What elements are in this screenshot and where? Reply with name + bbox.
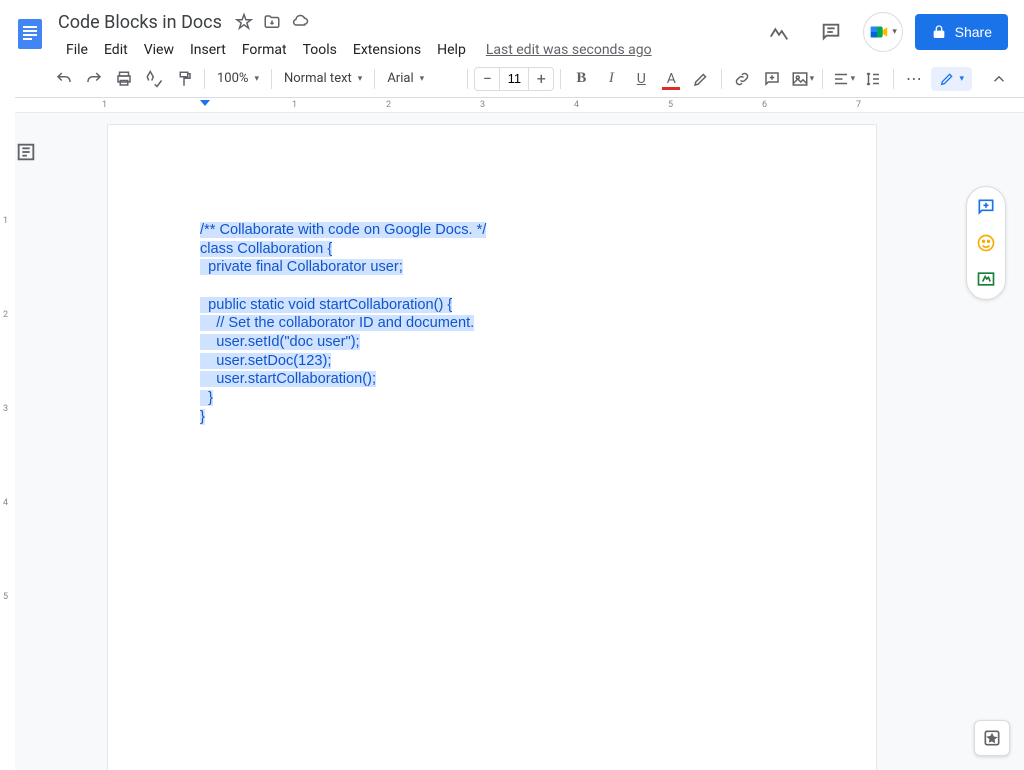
toolbar: 100%▾ Normal text▾ Arial▾ − + B I U A ▾ … xyxy=(0,60,1024,98)
menu-help[interactable]: Help xyxy=(429,38,474,62)
text-color-button[interactable]: A xyxy=(657,65,685,93)
document-outline-button[interactable] xyxy=(15,141,39,165)
menu-edit[interactable]: Edit xyxy=(96,38,136,62)
activity-icon[interactable] xyxy=(759,12,799,52)
highlight-color-button[interactable] xyxy=(687,65,715,93)
doc-title[interactable]: Code Blocks in Docs xyxy=(58,12,222,33)
document-content[interactable]: /** Collaborate with code on Google Docs… xyxy=(200,221,784,426)
menu-file[interactable]: File xyxy=(58,38,96,62)
line-spacing-button[interactable] xyxy=(859,65,887,93)
share-label: Share xyxy=(955,24,992,40)
side-toolbar xyxy=(966,186,1006,300)
align-button[interactable]: ▾ xyxy=(829,65,857,93)
decrease-font-size[interactable]: − xyxy=(475,69,499,88)
suggest-edits-icon[interactable] xyxy=(976,269,996,289)
underline-button[interactable]: U xyxy=(627,65,655,93)
insert-comment-button[interactable] xyxy=(758,65,786,93)
horizontal-ruler[interactable]: 1 1 2 3 4 5 6 7 xyxy=(0,98,1024,113)
menu-format[interactable]: Format xyxy=(234,38,295,62)
indent-marker[interactable] xyxy=(200,100,210,106)
spellcheck-button[interactable] xyxy=(140,65,168,93)
last-edit-link[interactable]: Last edit was seconds ago xyxy=(486,42,652,58)
vertical-ruler[interactable]: 1 2 3 4 5 xyxy=(0,113,15,770)
move-to-folder-icon[interactable] xyxy=(262,12,282,32)
paint-format-button[interactable] xyxy=(170,65,198,93)
comment-history-icon[interactable] xyxy=(811,12,851,52)
emoji-reaction-icon[interactable] xyxy=(976,233,996,253)
font-size-stepper[interactable]: − + xyxy=(474,67,554,91)
bold-button[interactable]: B xyxy=(567,65,595,93)
style-dropdown[interactable]: Normal text▾ xyxy=(278,65,368,93)
menu-extensions[interactable]: Extensions xyxy=(345,38,429,62)
menu-view[interactable]: View xyxy=(136,38,182,62)
editing-mode-button[interactable]: ▾ xyxy=(931,67,972,91)
font-size-input[interactable] xyxy=(499,68,529,90)
docs-logo[interactable] xyxy=(10,14,50,54)
more-button[interactable]: ⋯ xyxy=(900,65,928,93)
zoom-dropdown[interactable]: 100%▾ xyxy=(211,65,265,93)
italic-button[interactable]: I xyxy=(597,65,625,93)
cloud-status-icon[interactable] xyxy=(290,12,310,32)
hide-menus-button[interactable] xyxy=(990,70,1008,88)
share-button[interactable]: Share xyxy=(915,14,1008,50)
add-comment-icon[interactable] xyxy=(976,197,996,217)
print-button[interactable] xyxy=(110,65,138,93)
insert-link-button[interactable] xyxy=(728,65,756,93)
explore-button[interactable] xyxy=(974,720,1010,756)
font-dropdown[interactable]: Arial▾ xyxy=(381,65,461,93)
star-icon[interactable] xyxy=(234,12,254,32)
menu-insert[interactable]: Insert xyxy=(182,38,234,62)
redo-button[interactable] xyxy=(80,65,108,93)
increase-font-size[interactable]: + xyxy=(529,69,553,88)
menu-tools[interactable]: Tools xyxy=(295,38,345,62)
undo-button[interactable] xyxy=(50,65,78,93)
meet-icon[interactable]: ▾ xyxy=(863,12,903,52)
document-page[interactable]: /** Collaborate with code on Google Docs… xyxy=(108,125,876,770)
insert-image-button[interactable]: ▾ xyxy=(788,65,816,93)
